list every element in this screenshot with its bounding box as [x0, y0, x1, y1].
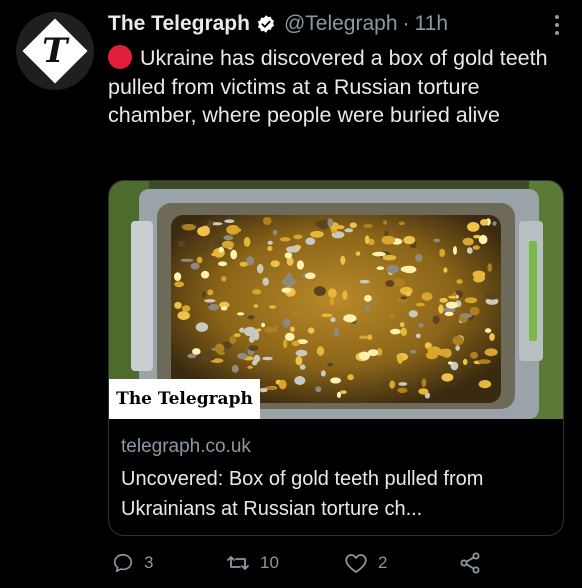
avatar-glyph: T [42, 31, 68, 71]
telegraph-logo: T [22, 18, 88, 84]
tweet-time[interactable]: 11h [415, 12, 448, 36]
share-icon [460, 552, 480, 574]
avatar[interactable]: T [16, 12, 94, 90]
retweet-count: 10 [260, 553, 279, 572]
card-image[interactable]: The Telegraph [109, 181, 563, 419]
retweet-button[interactable]: 10 [226, 552, 279, 574]
link-card[interactable]: The Telegraph telegraph.co.uk Uncovered:… [108, 180, 564, 536]
author-handle[interactable]: @Telegraph [284, 12, 398, 36]
like-button[interactable]: 2 [344, 552, 387, 574]
card-domain: telegraph.co.uk [121, 436, 251, 457]
image-watermark: The Telegraph [109, 379, 260, 419]
share-button[interactable] [458, 551, 492, 575]
tweet-header: The Telegraph @Telegraph · 11h [108, 12, 562, 36]
tweet-body: Ukraine has discovered a box of gold tee… [108, 46, 548, 127]
author-name[interactable]: The Telegraph [108, 12, 250, 36]
tweet-actions: 3 10 2 [108, 548, 564, 578]
more-options-icon[interactable] [554, 14, 560, 36]
card-title[interactable]: Uncovered: Box of gold teeth pulled from… [121, 464, 553, 524]
tweet-text: Ukraine has discovered a box of gold tee… [108, 44, 558, 130]
red-circle-icon [108, 45, 132, 69]
heart-icon [345, 554, 367, 573]
reply-button[interactable]: 3 [112, 552, 153, 574]
separator-dot: · [402, 12, 410, 35]
watermark-text: The Telegraph [116, 389, 253, 409]
reply-count: 3 [144, 553, 154, 572]
like-count: 2 [378, 553, 388, 572]
reply-icon [113, 553, 133, 573]
retweet-icon [227, 556, 249, 570]
verified-badge-icon [257, 15, 275, 33]
